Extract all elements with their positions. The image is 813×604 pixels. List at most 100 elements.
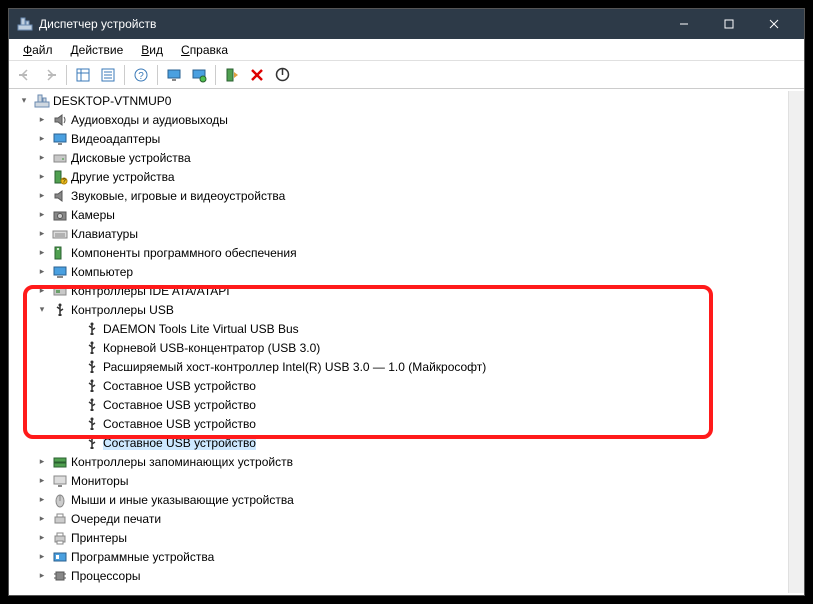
menu-file[interactable]: Файл bbox=[15, 41, 61, 59]
tree-label: Контроллеры запоминающих устройств bbox=[71, 455, 293, 469]
expander-icon[interactable] bbox=[67, 360, 81, 374]
tree-content: ▾ DESKTOP-VTNMUP0 ▸Аудиовходы и аудиовыход… bbox=[9, 89, 804, 595]
tree-category[interactable]: ▸Звуковые, игровые и видеоустройства bbox=[13, 186, 788, 205]
expander-icon[interactable]: ▸ bbox=[35, 512, 49, 526]
monitor-icon bbox=[52, 473, 68, 489]
expander-icon[interactable]: ▸ bbox=[35, 208, 49, 222]
pc-icon bbox=[52, 264, 68, 280]
menu-view[interactable]: Вид bbox=[133, 41, 171, 59]
tree-device[interactable]: Корневой USB-концентратор (USB 3.0) bbox=[13, 338, 788, 357]
tree-label: Составное USB устройство bbox=[103, 417, 256, 431]
expander-icon[interactable]: ▸ bbox=[35, 227, 49, 241]
tree-label: Компоненты программного обеспечения bbox=[71, 246, 297, 260]
expander-icon[interactable]: ▾ bbox=[35, 303, 49, 317]
tree-label: DESKTOP-VTNMUP0 bbox=[53, 94, 171, 108]
usb-icon bbox=[84, 340, 100, 356]
usb-icon bbox=[52, 302, 68, 318]
expander-icon[interactable]: ▸ bbox=[35, 151, 49, 165]
camera-icon bbox=[52, 207, 68, 223]
tree-category[interactable]: ▸Очереди печати bbox=[13, 509, 788, 528]
tree-category[interactable]: ▸Клавиатуры bbox=[13, 224, 788, 243]
device-tree[interactable]: ▾ DESKTOP-VTNMUP0 ▸Аудиовходы и аудиовыход… bbox=[13, 91, 788, 593]
tree-category[interactable]: ▸ Контроллеры IDE ATA/ATAPI bbox=[13, 281, 788, 300]
tree-label: Другие устройства bbox=[71, 170, 175, 184]
tree-category[interactable]: ▸Мониторы bbox=[13, 471, 788, 490]
tree-category[interactable]: ▸ Мыши и иные указывающие устройства bbox=[13, 490, 788, 509]
expander-icon[interactable]: ▸ bbox=[35, 265, 49, 279]
expander-icon[interactable] bbox=[67, 322, 81, 336]
usb-icon bbox=[84, 397, 100, 413]
titlebar[interactable]: Диспетчер устройств bbox=[9, 9, 804, 39]
tree-category[interactable]: ▸Камеры bbox=[13, 205, 788, 224]
tree-category[interactable]: ▸Программные устройства bbox=[13, 547, 788, 566]
expander-icon[interactable]: ▸ bbox=[35, 569, 49, 583]
printer-icon bbox=[52, 530, 68, 546]
expander-icon[interactable]: ▸ bbox=[35, 189, 49, 203]
tree-category[interactable]: ▸ Компоненты программного обеспечения bbox=[13, 243, 788, 262]
tree-label: Расширяемый хост-контроллер Intel(R) USB… bbox=[103, 360, 486, 374]
scrollbar[interactable] bbox=[788, 91, 804, 593]
tree-device[interactable]: DAEMON Tools Lite Virtual USB Bus bbox=[13, 319, 788, 338]
tree-device[interactable]: Составное USB устройство bbox=[13, 414, 788, 433]
expander-icon[interactable]: ▸ bbox=[35, 531, 49, 545]
sound-icon bbox=[52, 188, 68, 204]
tree-category[interactable]: ▸Аудиовходы и аудиовыходы bbox=[13, 110, 788, 129]
tree-device[interactable]: Составное USB устройство bbox=[13, 376, 788, 395]
toolbar-btn-monitor[interactable] bbox=[162, 63, 186, 87]
tree-category[interactable]: ▸ Контроллеры запоминающих устройств bbox=[13, 452, 788, 471]
expander-icon[interactable]: ▸ bbox=[35, 170, 49, 184]
expander-icon[interactable]: ▸ bbox=[35, 474, 49, 488]
storage-icon bbox=[52, 454, 68, 470]
expander-icon[interactable] bbox=[67, 379, 81, 393]
tree-root[interactable]: ▾ DESKTOP-VTNMUP0 bbox=[13, 91, 788, 110]
nav-forward-button[interactable] bbox=[38, 63, 62, 87]
tree-category[interactable]: ▸Процессоры bbox=[13, 566, 788, 585]
close-button[interactable] bbox=[751, 9, 796, 39]
svg-text:?: ? bbox=[138, 71, 144, 82]
tree-category[interactable]: ▸?Другие устройства bbox=[13, 167, 788, 186]
tree-category[interactable]: ▸ Дисковые устройства bbox=[13, 148, 788, 167]
disk-icon bbox=[52, 150, 68, 166]
minimize-button[interactable] bbox=[661, 9, 706, 39]
tree-device[interactable]: Составное USB устройство bbox=[13, 433, 788, 452]
tree-category[interactable]: ▸Видеоадаптеры bbox=[13, 129, 788, 148]
tree-device[interactable]: Составное USB устройство bbox=[13, 395, 788, 414]
tree-category[interactable]: ▾Контроллеры USB bbox=[13, 300, 788, 319]
window-title: Диспетчер устройств bbox=[39, 17, 156, 31]
toolbar-btn-update[interactable] bbox=[220, 63, 244, 87]
expander-icon[interactable]: ▸ bbox=[35, 493, 49, 507]
tree-label: Дисковые устройства bbox=[71, 151, 191, 165]
toolbar-btn-disable[interactable] bbox=[270, 63, 294, 87]
expander-icon[interactable] bbox=[67, 398, 81, 412]
toolbar-btn-scan[interactable] bbox=[187, 63, 211, 87]
device-manager-window: Диспетчер устройств Файл Действие Вид Сп… bbox=[8, 8, 805, 596]
maximize-button[interactable] bbox=[706, 9, 751, 39]
expander-icon[interactable] bbox=[67, 436, 81, 450]
menu-action[interactable]: Действие bbox=[63, 41, 132, 59]
expander-icon[interactable]: ▸ bbox=[35, 550, 49, 564]
toolbar-btn-remove[interactable] bbox=[245, 63, 269, 87]
toolbar-btn-1[interactable] bbox=[71, 63, 95, 87]
nav-back-button[interactable] bbox=[13, 63, 37, 87]
app-icon bbox=[17, 16, 33, 32]
usb-icon bbox=[84, 435, 100, 451]
expander-icon[interactable]: ▸ bbox=[35, 132, 49, 146]
expander-icon[interactable]: ▾ bbox=[17, 94, 31, 108]
expander-icon[interactable]: ▸ bbox=[35, 113, 49, 127]
expander-icon[interactable] bbox=[67, 417, 81, 431]
expander-icon[interactable]: ▸ bbox=[35, 284, 49, 298]
tree-label: Составное USB устройство bbox=[103, 379, 256, 393]
expander-icon[interactable]: ▸ bbox=[35, 246, 49, 260]
tree-device[interactable]: Расширяемый хост-контроллер Intel(R) USB… bbox=[13, 357, 788, 376]
tree-label: Мыши и иные указывающие устройства bbox=[71, 493, 294, 507]
tree-label: Контроллеры IDE ATA/ATAPI bbox=[71, 284, 230, 298]
tree-category[interactable]: ▸Принтеры bbox=[13, 528, 788, 547]
menu-help[interactable]: Справка bbox=[173, 41, 236, 59]
toolbar-help-button[interactable]: ? bbox=[129, 63, 153, 87]
expander-icon[interactable]: ▸ bbox=[35, 455, 49, 469]
expander-icon[interactable] bbox=[67, 341, 81, 355]
toolbar-btn-2[interactable] bbox=[96, 63, 120, 87]
printq-icon bbox=[52, 511, 68, 527]
tree-category[interactable]: ▸Компьютер bbox=[13, 262, 788, 281]
tree-label: Составное USB устройство bbox=[103, 436, 256, 450]
